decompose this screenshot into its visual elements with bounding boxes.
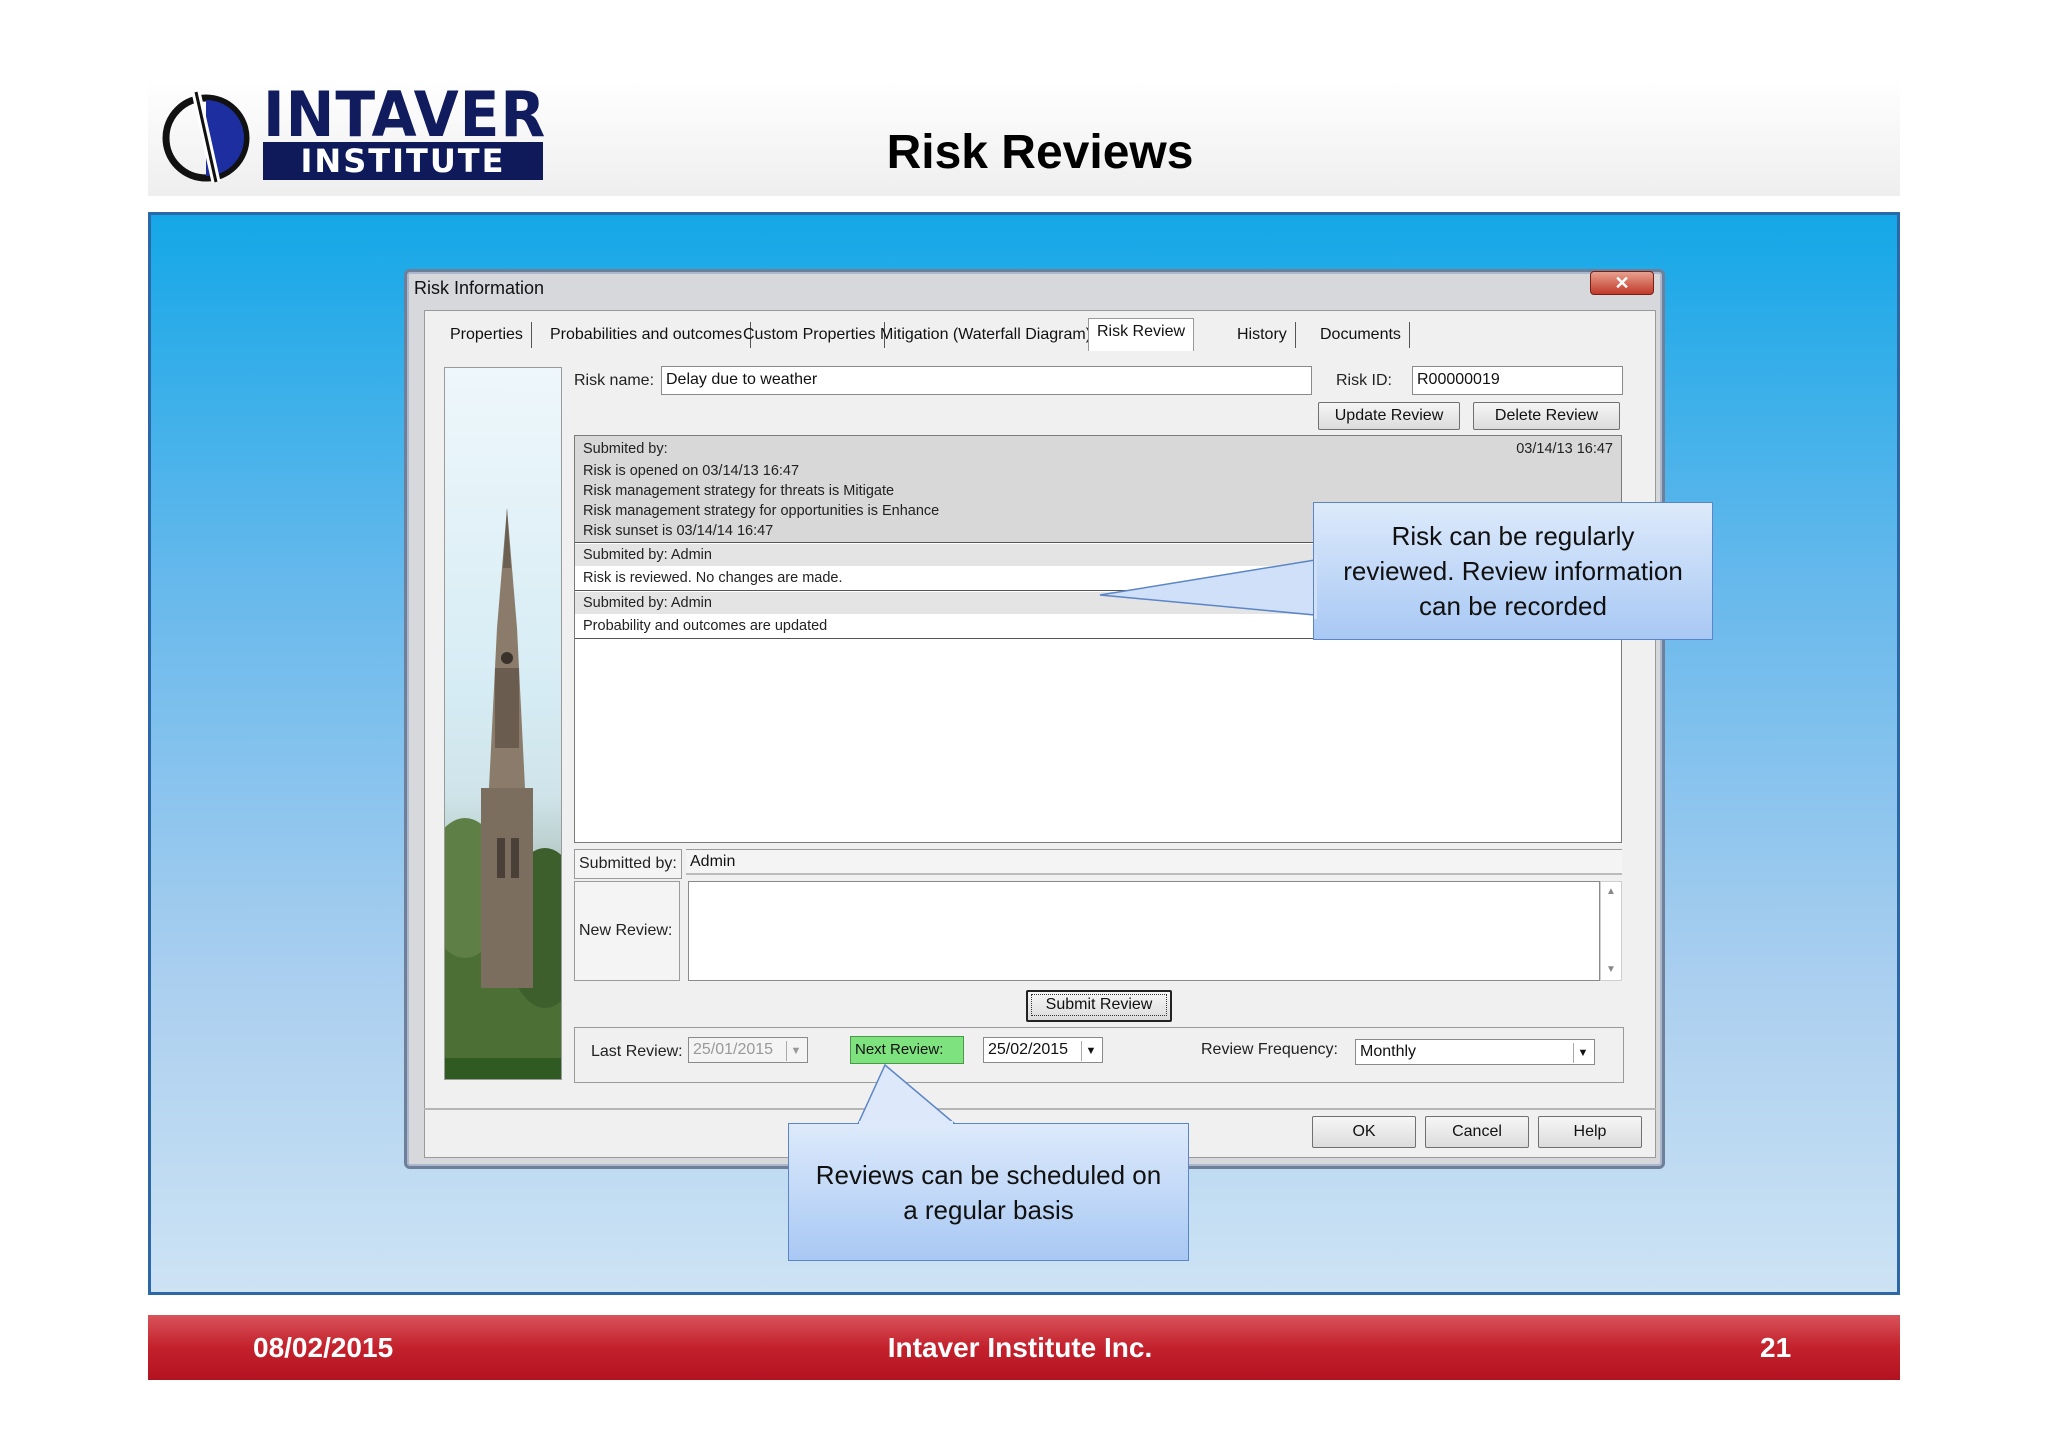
cathedral-tower-image xyxy=(444,367,562,1080)
new-review-textarea[interactable] xyxy=(688,881,1600,981)
review-entry-line: Probability and outcomes are updated xyxy=(583,618,828,634)
scroll-down-icon[interactable]: ▼ xyxy=(1606,964,1616,975)
review-frequency-value: Monthly xyxy=(1360,1043,1417,1060)
submitted-by-label-box: Submitted by: xyxy=(574,849,682,879)
slide-title: Risk Reviews xyxy=(886,126,1194,179)
review-entry-header: Submited by: xyxy=(583,441,668,457)
dialog-title: Risk Information xyxy=(414,278,545,298)
chevron-down-icon[interactable]: ▼ xyxy=(1081,1041,1100,1061)
review-frequency-label: Review Frequency: xyxy=(1201,1041,1338,1058)
chevron-down-icon[interactable]: ▼ xyxy=(786,1041,805,1061)
last-review-label: Last Review: xyxy=(591,1043,683,1060)
scroll-up-icon[interactable]: ▲ xyxy=(1606,886,1616,897)
callout-line: Reviews can be scheduled on xyxy=(815,1160,1162,1190)
risk-id-label: Risk ID: xyxy=(1336,372,1392,389)
callout-review-info: Risk can be regularly reviewed. Review i… xyxy=(1313,502,1713,640)
cancel-button[interactable]: Cancel xyxy=(1425,1116,1529,1148)
intaver-logo-icon xyxy=(160,86,252,186)
review-entry-line: Risk is reviewed. No changes are made. xyxy=(583,570,843,586)
review-entry-header: Submited by: Admin xyxy=(583,547,712,563)
footer-date: 08/02/2015 xyxy=(253,1332,394,1363)
help-button[interactable]: Help xyxy=(1538,1116,1642,1148)
next-review-label: Next Review: xyxy=(850,1036,964,1064)
new-review-label: New Review: xyxy=(579,922,673,939)
tab-properties[interactable]: Properties xyxy=(442,322,532,348)
ok-button[interactable]: OK xyxy=(1312,1116,1416,1148)
review-entry-line: Risk sunset is 03/14/14 16:47 xyxy=(583,523,774,539)
last-review-date-picker[interactable]: 25/01/2015 ▼ xyxy=(688,1037,808,1063)
logo-wordmark-bottom: INSTITUTE xyxy=(263,142,543,180)
submit-review-label: Submit Review xyxy=(1030,994,1168,1016)
delete-review-button[interactable]: Delete Review xyxy=(1473,402,1620,430)
new-review-label-box: New Review: xyxy=(574,881,680,981)
tab-probabilities-and-outcomes[interactable]: Probabilities and outcomes xyxy=(542,322,752,348)
review-entry-line: Risk management strategy for threats is … xyxy=(583,483,895,499)
logo-wordmark-top: INTAVER xyxy=(263,78,547,151)
risk-name-label: Risk name: xyxy=(574,372,655,389)
new-review-scrollbar[interactable]: ▲ ▼ xyxy=(1600,881,1622,981)
callout-line: can be recorded xyxy=(1419,591,1607,621)
tab-risk-review[interactable]: Risk Review xyxy=(1088,318,1195,351)
risk-id-field[interactable]: R00000019 xyxy=(1412,366,1623,395)
last-review-value: 25/01/2015 xyxy=(693,1041,774,1058)
submitted-by-field[interactable]: Admin xyxy=(686,849,1622,875)
next-review-value: 25/02/2015 xyxy=(988,1041,1069,1058)
next-review-date-picker[interactable]: 25/02/2015 ▼ xyxy=(983,1037,1103,1063)
review-entry-date: 03/14/13 16:47 xyxy=(1516,441,1613,457)
update-review-button[interactable]: Update Review xyxy=(1318,402,1460,430)
dialog-divider xyxy=(424,1108,1656,1110)
chevron-down-icon[interactable]: ▼ xyxy=(1573,1043,1592,1063)
review-entry-line: Risk management strategy for opportuniti… xyxy=(583,503,940,519)
submit-review-button[interactable]: Submit Review xyxy=(1026,990,1172,1022)
callout-line: a regular basis xyxy=(903,1195,1074,1225)
review-entry-header: Submited by: Admin xyxy=(583,595,712,611)
callout-schedule: Reviews can be scheduled on a regular ba… xyxy=(788,1123,1189,1261)
callout-line: reviewed. Review information xyxy=(1343,556,1683,586)
tab-custom-properties[interactable]: Custom Properties xyxy=(735,322,885,348)
submitted-by-label: Submitted by: xyxy=(579,855,677,872)
footer-page-number: 21 xyxy=(1760,1332,1792,1363)
tab-mitigation[interactable]: Mitigation (Waterfall Diagram) xyxy=(872,322,1101,348)
close-button[interactable]: ✕ xyxy=(1590,271,1654,295)
close-icon: ✕ xyxy=(1614,273,1630,293)
review-frequency-select[interactable]: Monthly ▼ xyxy=(1355,1039,1595,1065)
tab-documents[interactable]: Documents xyxy=(1312,322,1410,348)
footer-company: Intaver Institute Inc. xyxy=(887,1332,1153,1363)
tab-history[interactable]: History xyxy=(1229,322,1296,348)
review-entry-line: Risk is opened on 03/14/13 16:47 xyxy=(583,463,800,479)
risk-name-field[interactable]: Delay due to weather xyxy=(661,366,1312,395)
callout-line: Risk can be regularly xyxy=(1391,521,1635,551)
